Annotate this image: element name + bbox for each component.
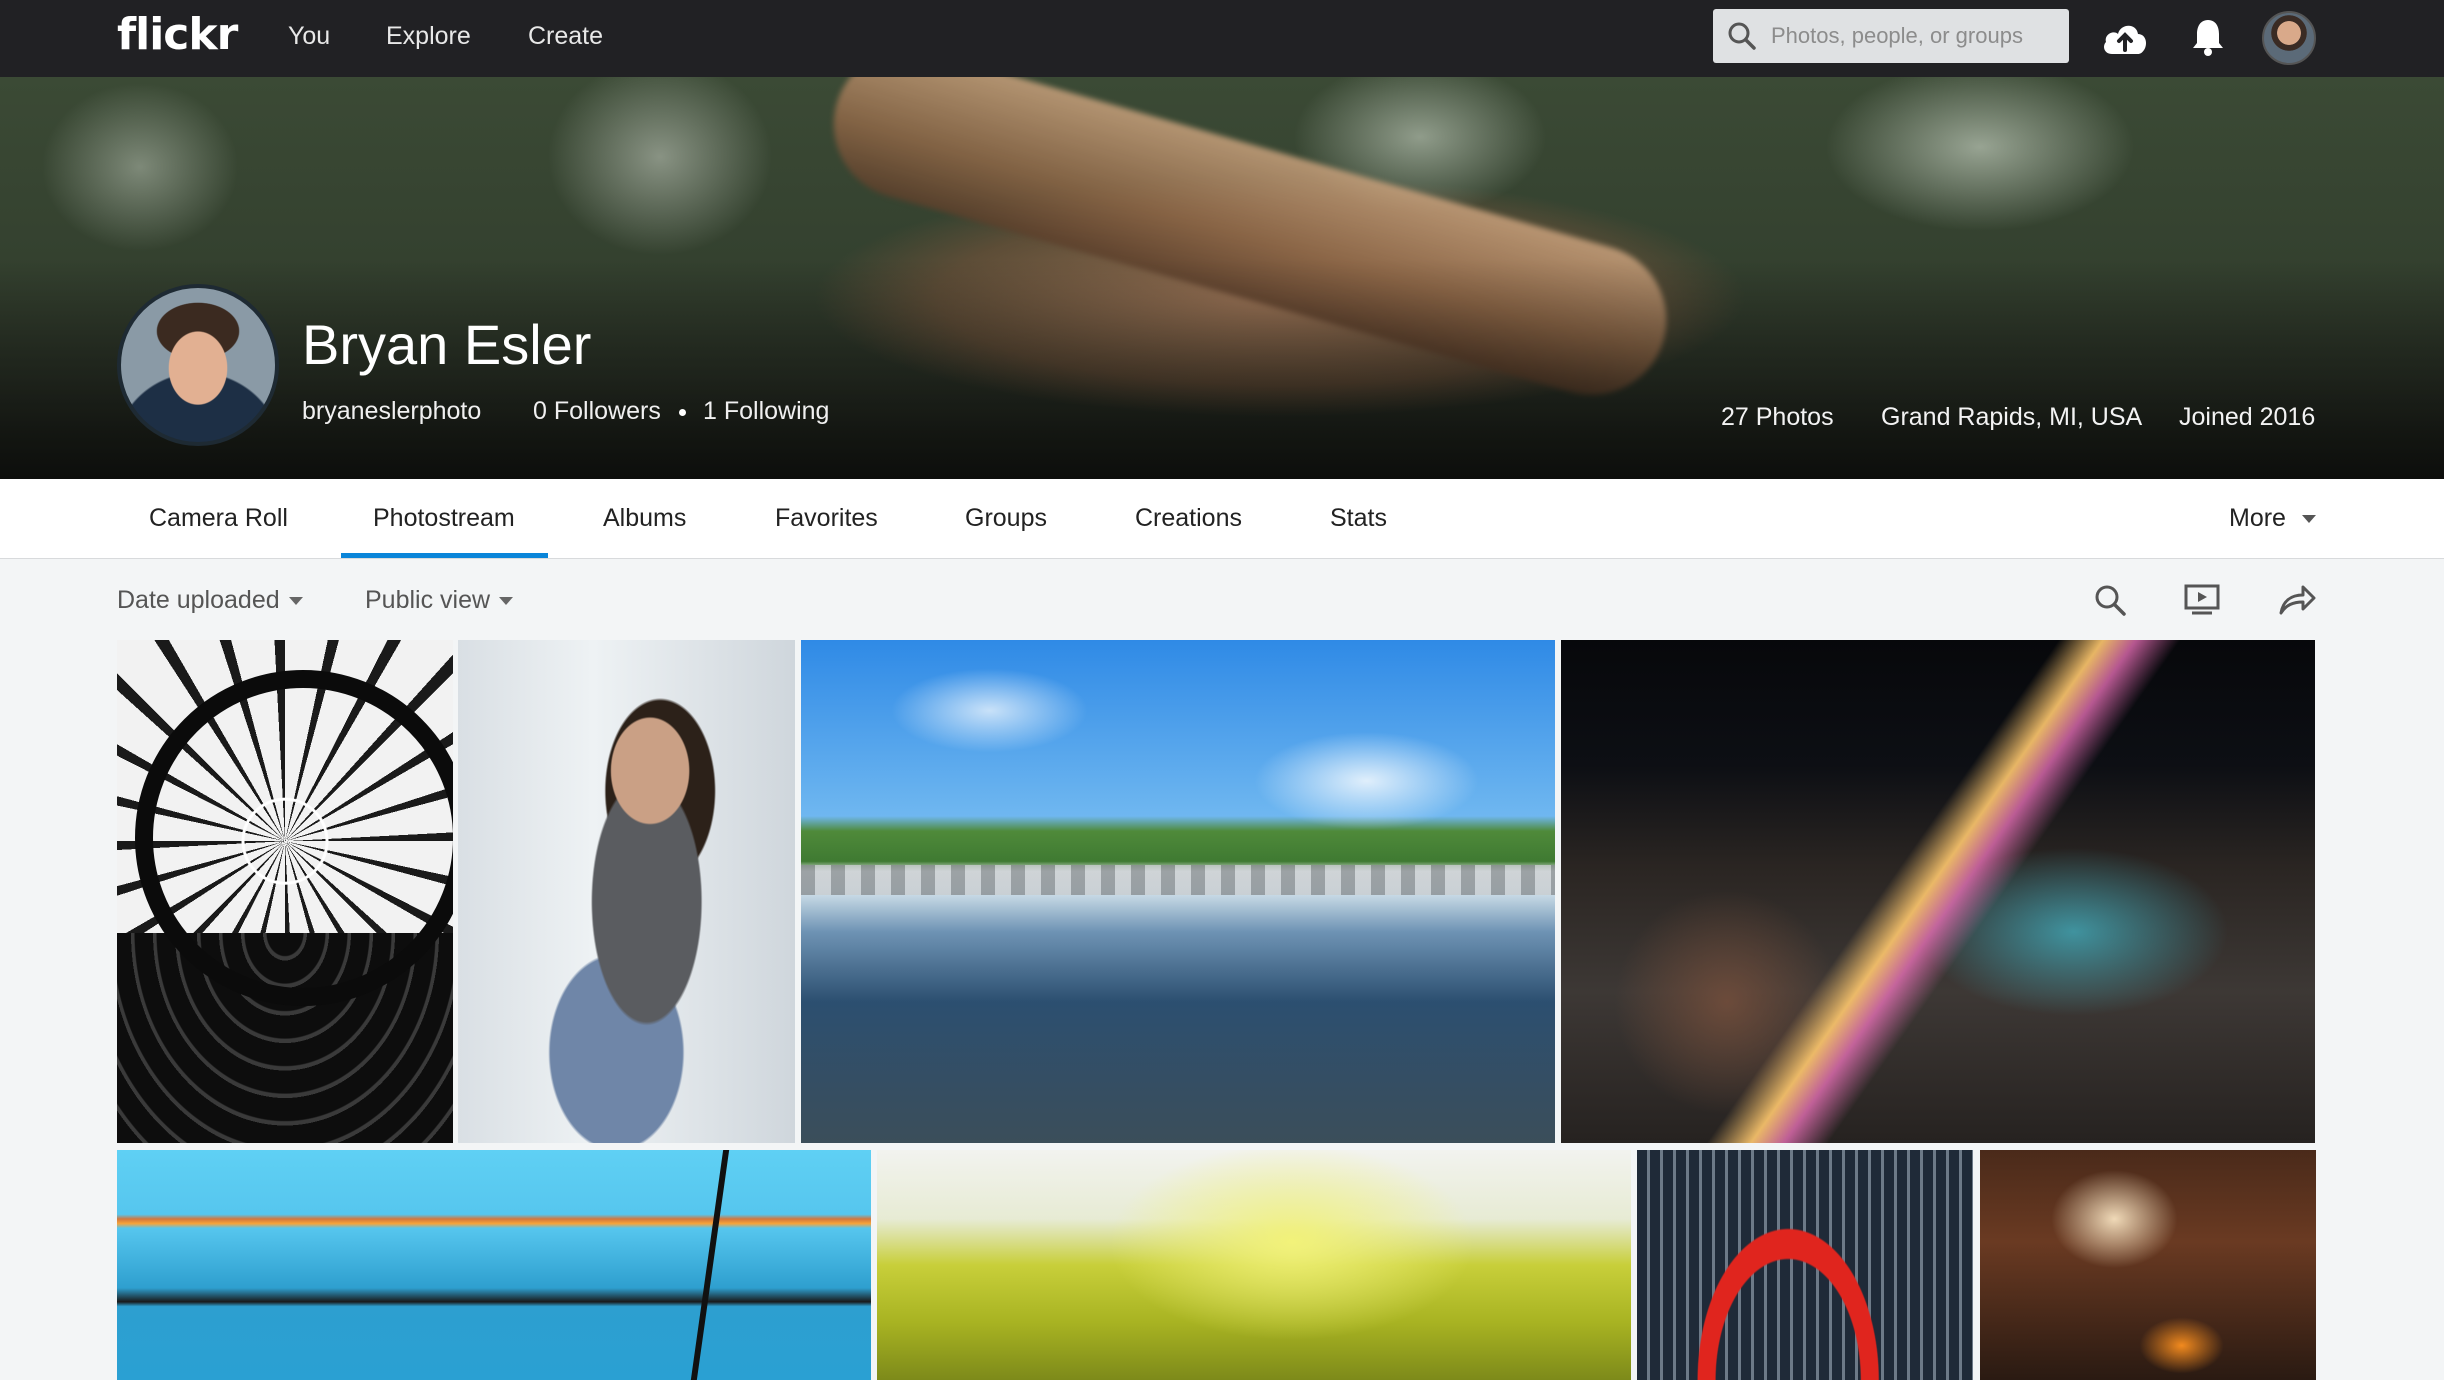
tab-camera-roll[interactable]: Camera Roll	[149, 504, 288, 533]
flickr-logo[interactable]: flickr	[117, 9, 238, 60]
sort-dropdown[interactable]: Date uploaded	[117, 586, 303, 615]
profile-username: bryaneslerphoto	[302, 397, 482, 425]
following-link[interactable]: 1 Following	[703, 397, 829, 426]
followers-link[interactable]: 0 Followers	[533, 397, 661, 426]
separator-dot	[679, 409, 686, 416]
photo-thumbnail[interactable]	[801, 640, 1555, 1143]
upload-cloud-icon[interactable]	[2100, 18, 2150, 63]
view-dropdown[interactable]: Public view	[365, 586, 514, 615]
photo-thumbnail[interactable]	[1561, 640, 2315, 1143]
search-input[interactable]	[1771, 9, 2061, 63]
tab-stats[interactable]: Stats	[1330, 504, 1387, 533]
profile-avatar	[117, 284, 279, 446]
tab-favorites[interactable]: Favorites	[775, 504, 878, 533]
nav-create[interactable]: Create	[528, 22, 603, 51]
active-tab-indicator	[341, 553, 548, 558]
share-icon[interactable]	[2277, 583, 2317, 622]
joined-date: Joined 2016	[2179, 403, 2316, 431]
nav-you[interactable]: You	[288, 22, 330, 51]
tab-photostream[interactable]: Photostream	[373, 504, 515, 533]
search-box	[1713, 9, 2069, 63]
tab-albums[interactable]: Albums	[603, 504, 686, 533]
profile-tabs: Camera Roll Photostream Albums Favorites…	[0, 479, 2444, 559]
profile-name: Bryan Esler	[302, 313, 592, 376]
slideshow-icon[interactable]	[2183, 583, 2221, 622]
chevron-down-icon	[499, 597, 514, 606]
tab-more[interactable]: More	[2229, 504, 2286, 533]
photo-thumbnail[interactable]	[1980, 1150, 2316, 1380]
user-avatar[interactable]	[2262, 11, 2316, 65]
photo-thumbnail[interactable]	[1637, 1150, 1973, 1380]
profile-location: Grand Rapids, MI, USA	[1881, 403, 2143, 431]
chevron-down-icon	[288, 597, 303, 606]
sort-dropdown-label: Date uploaded	[117, 586, 280, 614]
chevron-down-icon	[2302, 515, 2316, 523]
bell-icon[interactable]	[2190, 17, 2226, 62]
photo-thumbnail[interactable]	[877, 1150, 1631, 1380]
photo-thumbnail[interactable]	[117, 640, 453, 1143]
search-icon[interactable]	[2093, 583, 2127, 622]
view-dropdown-label: Public view	[365, 586, 491, 614]
photo-count: 27 Photos	[1721, 403, 1834, 431]
top-navigation-bar: flickr You Explore Create	[0, 0, 2444, 77]
tab-groups[interactable]: Groups	[965, 504, 1047, 533]
search-icon	[1727, 21, 1757, 56]
photo-thumbnail[interactable]	[117, 1150, 871, 1380]
tab-creations[interactable]: Creations	[1135, 504, 1242, 533]
nav-explore[interactable]: Explore	[386, 22, 471, 51]
photo-thumbnail[interactable]	[458, 640, 795, 1143]
